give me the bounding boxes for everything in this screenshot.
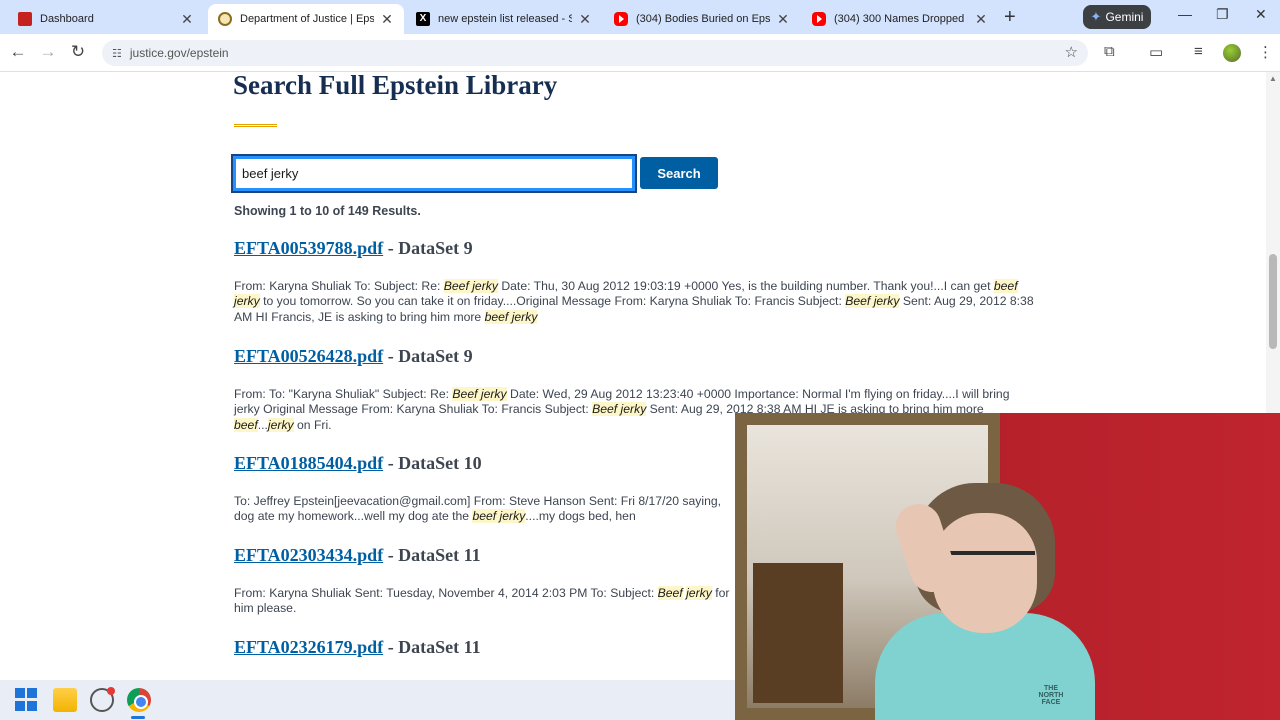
x-favicon-icon: X bbox=[416, 12, 430, 26]
tab-title: new epstein list released - Sear bbox=[438, 13, 572, 25]
snippet-text: Date: Thu, 30 Aug 2012 19:03:19 +0000 Ye… bbox=[497, 279, 994, 293]
snippet-highlight: jerky bbox=[267, 417, 294, 432]
result-dataset: - DataSet 9 bbox=[383, 346, 473, 366]
dashboard-favicon-icon bbox=[18, 12, 32, 26]
jacket-logo: THE NORTH FACE bbox=[1038, 685, 1064, 706]
heading-accent-rule bbox=[234, 124, 277, 127]
minimize-icon[interactable]: — bbox=[1178, 6, 1192, 22]
snippet-highlight: Beef jerky bbox=[452, 387, 507, 401]
result-dataset: - DataSet 9 bbox=[383, 238, 473, 258]
tab-x-search[interactable]: X new epstein list released - Sear ✕ bbox=[406, 4, 602, 34]
tab-title: (304) Bodies Buried on Epstein' bbox=[636, 13, 770, 25]
site-info-icon[interactable]: ☷ bbox=[112, 47, 122, 60]
chrome-icon[interactable] bbox=[127, 688, 151, 712]
browser-toolbar: ← → ↻ ☷ justice.gov/epstein ☆ ⧉ ▭ ≡ ⋮ bbox=[0, 34, 1280, 72]
snippet-highlight: Beef jerky bbox=[443, 279, 498, 293]
result-snippet: To: Jeffrey Epstein[jeevacation@gmail.co… bbox=[234, 494, 734, 525]
result-dataset: - DataSet 10 bbox=[383, 453, 482, 473]
tab-doj-epstein[interactable]: Department of Justice | Epstein ✕ bbox=[208, 4, 404, 34]
close-icon[interactable]: ✕ bbox=[578, 11, 592, 28]
youtube-favicon-icon bbox=[614, 12, 628, 26]
address-bar[interactable]: ☷ justice.gov/epstein ☆ bbox=[102, 40, 1088, 66]
result-dataset: - DataSet 11 bbox=[383, 545, 481, 565]
close-icon[interactable]: ✕ bbox=[180, 11, 194, 28]
active-app-indicator bbox=[131, 716, 145, 719]
close-icon[interactable]: ✕ bbox=[974, 11, 988, 28]
snippet-highlight: Beef jerky bbox=[845, 294, 900, 309]
result-file-link[interactable]: EFTA02326179.pdf bbox=[234, 637, 383, 657]
snippet-highlight: beef jerky bbox=[484, 309, 538, 324]
search-button[interactable]: Search bbox=[640, 157, 718, 189]
result-title: EFTA00539788.pdf - DataSet 9 bbox=[234, 238, 1034, 259]
gemini-sparkle-icon: ✦ bbox=[1090, 9, 1102, 24]
doj-seal-favicon-icon bbox=[218, 12, 232, 26]
result-title: EFTA00526428.pdf - DataSet 9 bbox=[234, 346, 1034, 367]
snippet-highlight: Beef bbox=[657, 586, 683, 600]
webcam-overlay: THE NORTH FACE bbox=[735, 413, 1280, 720]
snipping-tool-icon[interactable] bbox=[90, 687, 115, 712]
result-file-link[interactable]: EFTA01885404.pdf bbox=[234, 453, 383, 473]
snippet-text: on Fri. bbox=[293, 417, 332, 432]
restore-icon[interactable]: ❐ bbox=[1216, 6, 1229, 23]
cast-icon[interactable]: ▭ bbox=[1149, 43, 1163, 61]
new-tab-icon[interactable]: + bbox=[1004, 6, 1016, 29]
result-file-link[interactable]: EFTA00539788.pdf bbox=[234, 238, 383, 258]
reading-list-icon[interactable]: ≡ bbox=[1194, 43, 1203, 60]
reload-icon[interactable]: ↻ bbox=[67, 42, 89, 62]
tab-dashboard[interactable]: Dashboard ✕ bbox=[8, 4, 204, 34]
snippet-text: ... bbox=[257, 417, 268, 432]
search-input[interactable]: beef jerky bbox=[231, 154, 637, 193]
snippet-highlight: jerky bbox=[686, 586, 712, 600]
tab-youtube-1[interactable]: (304) Bodies Buried on Epstein' ✕ bbox=[604, 4, 800, 34]
close-icon[interactable]: ✕ bbox=[776, 11, 790, 28]
snippet-text: From: To: "Karyna Shuliak" Subject: Re: bbox=[234, 387, 453, 401]
result-dataset: - DataSet 11 bbox=[383, 637, 481, 657]
snippet-text: ....my dogs bed, hen bbox=[525, 509, 636, 524]
youtube-favicon-icon bbox=[812, 12, 826, 26]
gemini-label: Gemini bbox=[1105, 10, 1144, 24]
result-file-link[interactable]: EFTA00526428.pdf bbox=[234, 346, 383, 366]
snippet-text: From: Karyna Shuliak To: Subject: Re: bbox=[234, 279, 444, 293]
tab-strip: Dashboard ✕ Department of Justice | Epst… bbox=[0, 0, 1280, 34]
snippet-highlight: Beef jerky bbox=[592, 402, 647, 417]
snippet-highlight: beef jerky bbox=[472, 509, 526, 524]
window-close-icon[interactable]: ✕ bbox=[1255, 6, 1267, 23]
forward-arrow-icon[interactable]: → bbox=[37, 42, 59, 62]
results-summary: Showing 1 to 10 of 149 Results. bbox=[234, 204, 421, 218]
result-item: EFTA00539788.pdf - DataSet 9 From: Karyn… bbox=[234, 238, 1034, 325]
page-title: Search Full Epstein Library bbox=[233, 72, 558, 100]
file-explorer-icon[interactable] bbox=[53, 688, 77, 712]
result-snippet: From: Karyna Shuliak Sent: Tuesday, Nove… bbox=[234, 586, 734, 617]
tab-title: Department of Justice | Epstein bbox=[240, 13, 374, 25]
os-taskbar bbox=[0, 680, 735, 720]
gemini-button[interactable]: ✦ Gemini bbox=[1083, 5, 1151, 29]
result-file-link[interactable]: EFTA02303434.pdf bbox=[234, 545, 383, 565]
bookmark-star-icon[interactable]: ☆ bbox=[1065, 43, 1078, 61]
tab-title: Dashboard bbox=[40, 13, 94, 25]
menu-kebab-icon[interactable]: ⋮ bbox=[1258, 43, 1273, 61]
snippet-text: From: Karyna Shuliak Sent: Tuesday, Nove… bbox=[234, 586, 658, 600]
result-snippet: From: Karyna Shuliak To: Subject: Re: Be… bbox=[234, 279, 1034, 325]
tab-youtube-2[interactable]: (304) 300 Names Dropped in Ep ✕ bbox=[802, 4, 998, 34]
url-text: justice.gov/epstein bbox=[129, 46, 229, 60]
scroll-up-arrow-icon[interactable]: ▲ bbox=[1269, 74, 1277, 83]
profile-avatar[interactable] bbox=[1223, 44, 1241, 62]
snippet-text: to you tomorrow. So you can take it on f… bbox=[259, 294, 846, 309]
scrollbar-thumb[interactable] bbox=[1269, 254, 1277, 349]
extensions-icon[interactable]: ⧉ bbox=[1104, 43, 1115, 60]
windows-start-icon[interactable] bbox=[15, 688, 39, 712]
webcam-cabinet bbox=[753, 563, 843, 703]
tab-title: (304) 300 Names Dropped in Ep bbox=[834, 13, 968, 25]
back-arrow-icon[interactable]: ← bbox=[7, 42, 29, 62]
snippet-text: To: Jeffrey Epstein[jeevacation@gmail.co… bbox=[234, 494, 680, 508]
close-icon[interactable]: ✕ bbox=[380, 11, 394, 28]
snippet-highlight: beef bbox=[234, 417, 258, 432]
